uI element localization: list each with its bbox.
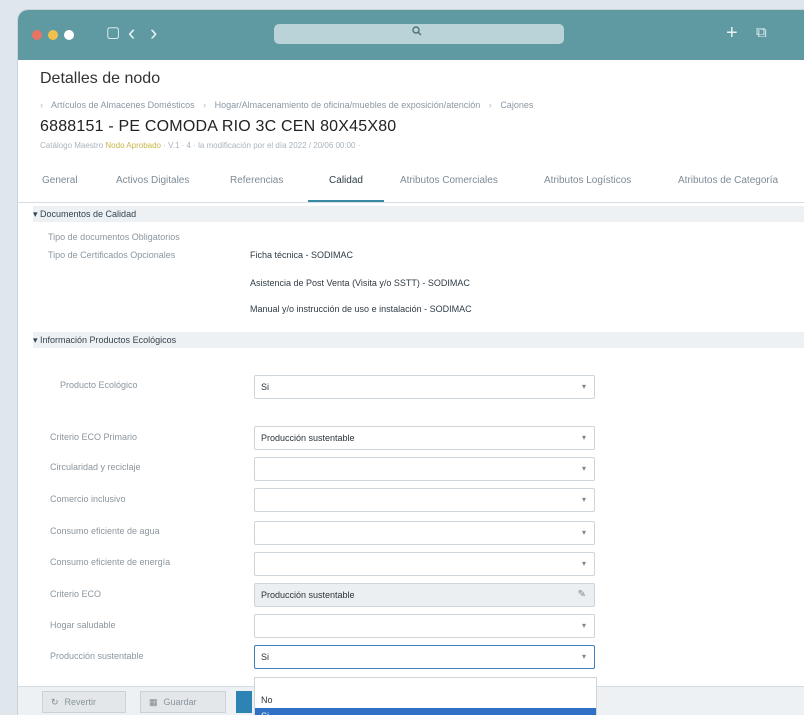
chevron-down-icon: ▾ — [581, 559, 586, 568]
page-title: Detalles de nodo — [40, 70, 161, 87]
chevron-down-icon: ▾ — [581, 528, 586, 537]
meta-details: · V.1 · 4 · la modificación por el día 2… — [163, 141, 361, 150]
select-comercio-inclusivo[interactable]: ▾ — [254, 488, 595, 512]
breadcrumb-separator: › — [40, 100, 43, 110]
dropdown-option-si[interactable]: Si — [255, 708, 596, 715]
breadcrumb-separator: › — [488, 100, 492, 110]
minimize-window-button[interactable] — [48, 30, 58, 40]
section-eco-products[interactable]: ▾ Información Productos Ecológicos — [33, 332, 804, 348]
chevron-down-icon: ▾ — [581, 495, 586, 504]
tabs-overview-icon[interactable]: ⧉ — [756, 23, 767, 43]
label-consumo-agua: Consumo eficiente de agua — [50, 526, 160, 536]
label-required-documents: Tipo de documentos Obligatorios — [48, 232, 180, 242]
tab-referencias[interactable]: Referencias — [230, 160, 283, 202]
tab-calidad[interactable]: Calidad — [308, 160, 384, 202]
browser-toolbar: ▢ ‹ › + ⧉ — [18, 10, 804, 60]
tab-activos-digitales[interactable]: Activos Digitales — [116, 160, 189, 202]
tab-general[interactable]: General — [42, 160, 78, 202]
maximize-window-button[interactable] — [64, 30, 74, 40]
revert-button[interactable]: ↻ Revertir — [42, 691, 126, 713]
document-item: Manual y/o instrucción de uso e instalac… — [250, 304, 472, 314]
select-hogar-saludable[interactable]: ▾ — [254, 614, 595, 638]
chevron-down-icon: ▾ — [581, 433, 586, 442]
chevron-down-icon: ▾ — [581, 382, 586, 391]
new-tab-icon[interactable]: + — [726, 23, 738, 43]
label-hogar-saludable: Hogar saludable — [50, 620, 116, 630]
breadcrumb-item[interactable]: Hogar/Almacenamiento de oficina/muebles … — [215, 100, 481, 110]
breadcrumb: › Artículos de Almacenes Domésticos › Ho… — [40, 100, 539, 110]
revert-label: Revertir — [64, 697, 97, 707]
tab-atributos-categoria[interactable]: Atributos de Categoría — [678, 160, 778, 202]
section-quality-documents[interactable]: ▾ Documentos de Calidad — [33, 206, 804, 222]
field-value: Producción sustentable — [261, 590, 355, 600]
revert-icon: ↻ — [51, 697, 59, 707]
select-value: Si — [261, 382, 270, 392]
select-consumo-energia[interactable]: ▾ — [254, 552, 595, 576]
approve-button[interactable] — [236, 691, 252, 713]
pencil-icon[interactable]: ✎ — [578, 584, 586, 606]
dropdown-option-no[interactable]: No — [255, 692, 596, 708]
label-comercio-inclusivo: Comercio inclusivo — [50, 494, 126, 504]
label-circularidad: Circularidad y reciclaje — [50, 462, 141, 472]
tab-atributos-logisticos[interactable]: Atributos Logísticos — [544, 160, 631, 202]
select-value: Si — [261, 652, 270, 662]
search-icon — [412, 26, 422, 36]
document-item: Ficha técnica - SODIMAC — [250, 250, 354, 260]
close-window-button[interactable] — [32, 30, 42, 40]
label-criterio-eco: Criterio ECO — [50, 589, 102, 599]
label-optional-certificates: Tipo de Certificados Opcionales — [48, 250, 176, 260]
meta-status: Nodo Aprobado — [105, 141, 161, 150]
tab-bar: General Activos Digitales Referencias Ca… — [18, 160, 804, 203]
select-circularidad[interactable]: ▾ — [254, 457, 595, 481]
save-label: Guardar — [163, 697, 197, 707]
node-title: 6888151 - PE COMODA RIO 3C CEN 80X45X80 — [40, 118, 397, 135]
back-icon[interactable]: ‹ — [128, 22, 135, 44]
chevron-down-icon: ▾ — [581, 621, 586, 630]
select-produccion-sustentable[interactable]: Si ▾ — [254, 645, 595, 669]
label-produccion-sustentable: Producción sustentable — [50, 651, 144, 661]
save-icon: ▦ — [149, 697, 158, 707]
dropdown-menu: No Si — [254, 677, 597, 715]
node-meta: Catálogo Maestro Nodo Aprobado · V.1 · 4… — [40, 141, 360, 150]
select-value: Producción sustentable — [261, 433, 355, 443]
select-criterio-eco-primario[interactable]: Producción sustentable ▾ — [254, 426, 595, 450]
select-consumo-agua[interactable]: ▾ — [254, 521, 595, 545]
label-consumo-energia: Consumo eficiente de energía — [50, 557, 171, 567]
chevron-down-icon: ▾ — [581, 652, 586, 661]
document-item: Asistencia de Post Venta (Visita y/o SST… — [250, 278, 470, 288]
breadcrumb-separator: › — [203, 100, 207, 110]
breadcrumb-item[interactable]: Artículos de Almacenes Domésticos — [51, 100, 195, 110]
select-producto-ecologico[interactable]: Si ▾ — [254, 375, 595, 399]
breadcrumb-item[interactable]: Cajones — [500, 100, 533, 110]
save-button[interactable]: ▦ Guardar — [140, 691, 226, 713]
field-criterio-eco[interactable]: Producción sustentable ✎ — [254, 583, 595, 607]
forward-icon[interactable]: › — [150, 22, 157, 44]
chevron-down-icon: ▾ — [581, 464, 586, 473]
label-criterio-eco-primario: Criterio ECO Primario — [50, 432, 138, 442]
tab-atributos-comerciales[interactable]: Atributos Comerciales — [400, 160, 498, 202]
label-producto-ecologico: Producto Ecológico — [60, 380, 138, 390]
browser-window: ▢ ‹ › + ⧉ Detalles de nodo › Artículos d… — [18, 10, 804, 715]
address-bar[interactable] — [274, 24, 564, 44]
meta-catalog: Catálogo Maestro — [40, 141, 104, 150]
sidebar-icon[interactable]: ▢ — [106, 23, 120, 43]
